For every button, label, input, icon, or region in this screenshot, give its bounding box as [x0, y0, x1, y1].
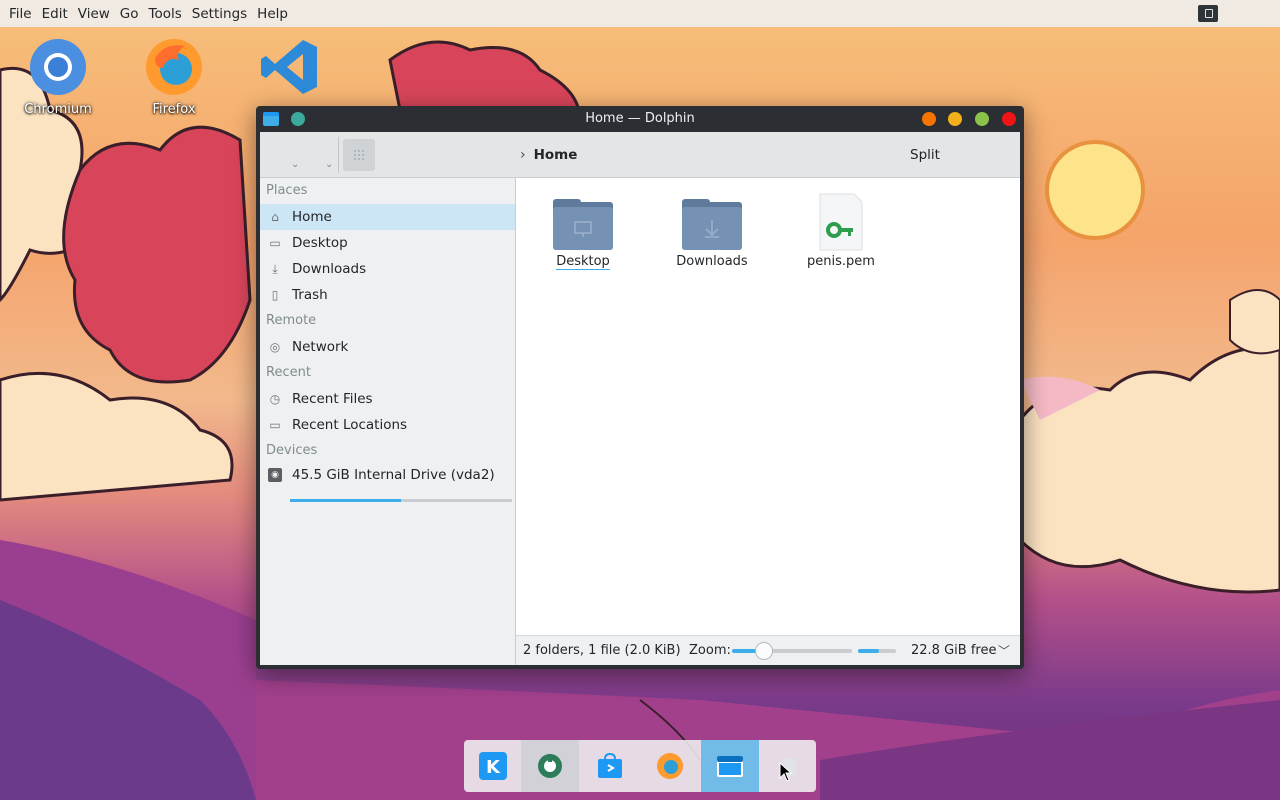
global-menu-bar: File Edit View Go Tools Settings Help — [0, 0, 1280, 27]
mouse-cursor-icon — [779, 762, 793, 782]
restore-button[interactable] — [975, 112, 989, 126]
split-button[interactable]: Split — [910, 147, 940, 163]
task-dolphin[interactable] — [701, 740, 759, 792]
sidebar-item-label: Trash — [292, 287, 328, 303]
sidebar-item-label: Recent Locations — [292, 417, 408, 433]
chevron-down-icon[interactable]: ﹀ — [998, 642, 1010, 659]
menu-settings[interactable]: Settings — [187, 6, 252, 22]
section-remote: Remote — [266, 313, 317, 328]
sidebar-item-network[interactable]: ◎ Network — [260, 334, 515, 360]
sidebar-item-label: Desktop — [292, 235, 348, 251]
task-firefox[interactable] — [641, 740, 699, 792]
status-bar: 2 folders, 1 file (2.0 KiB) Zoom: 22.8 G… — [516, 635, 1020, 665]
clock-icon: ◷ — [269, 392, 281, 406]
file-item-penis-pem[interactable]: penis.pem — [786, 190, 896, 269]
discover-icon — [598, 752, 622, 778]
sidebar-item-label: Network — [292, 339, 349, 355]
menu-view[interactable]: View — [73, 6, 115, 22]
menu-go[interactable]: Go — [115, 6, 144, 22]
view-mode-icon[interactable] — [343, 139, 375, 171]
close-button[interactable] — [1002, 112, 1016, 126]
lock-screen-icon[interactable] — [1198, 5, 1218, 22]
task-kde-launcher[interactable]: K — [464, 740, 522, 792]
drive-icon: ◉ — [268, 468, 282, 482]
firefox-icon — [657, 753, 683, 779]
section-places: Places — [266, 183, 308, 198]
file-name: penis.pem — [807, 254, 875, 269]
sidebar-item-recent-locations[interactable]: ▭ Recent Locations — [260, 412, 515, 438]
menu-help[interactable]: Help — [252, 6, 293, 22]
folder-icon: ▭ — [269, 418, 281, 432]
file-view[interactable]: Desktop Downloads penis.pem — [516, 178, 1020, 635]
window-title: Home — Dolphin — [585, 111, 695, 126]
folder-download-icon — [681, 190, 743, 252]
maximize-button[interactable] — [948, 112, 962, 126]
desktop-icon-chromium[interactable]: Chromium — [13, 38, 103, 117]
file-name: Desktop — [556, 254, 610, 270]
free-space[interactable]: 22.8 GiB free — [911, 643, 996, 658]
toolbar: › Home Split — [260, 132, 1020, 178]
file-item-downloads[interactable]: Downloads — [657, 190, 767, 269]
vscode-icon — [261, 38, 319, 96]
sidebar-item-trash[interactable]: ▯ Trash — [260, 282, 515, 308]
breadcrumb-home[interactable]: Home — [534, 147, 578, 163]
drive-usage-fill — [290, 499, 401, 502]
sidebar-item-recent-files[interactable]: ◷ Recent Files — [260, 386, 515, 412]
system-settings-icon — [538, 754, 562, 778]
zoom-slider[interactable] — [732, 642, 852, 660]
file-name: Downloads — [676, 254, 748, 269]
sidebar-item-desktop[interactable]: ▭ Desktop — [260, 230, 515, 256]
folder-desktop-icon — [552, 190, 614, 252]
desktop-icon-label: Chromium — [24, 102, 92, 117]
trash-icon: ▯ — [271, 288, 279, 302]
sidebar-item-label: Home — [292, 209, 332, 225]
task-discover[interactable] — [581, 740, 639, 792]
forward-button[interactable] — [314, 142, 344, 170]
firefox-icon — [145, 38, 203, 96]
menu-file[interactable]: File — [4, 6, 37, 22]
window-titlebar[interactable]: Home — Dolphin — [256, 106, 1024, 132]
places-panel: Places ⌂ Home ▭ Desktop ⤓ Downloads ▯ Tr… — [260, 178, 516, 665]
desktop-icon-firefox[interactable]: Firefox — [129, 38, 219, 117]
drive-usage-bar — [290, 499, 512, 502]
space-info-fill — [858, 649, 879, 653]
sidebar-item-downloads[interactable]: ⤓ Downloads — [260, 256, 515, 282]
sidebar-item-drive[interactable]: ◉ 45.5 GiB Internal Drive (vda2) — [260, 464, 515, 486]
desktop-icon-label: Firefox — [152, 102, 196, 117]
key-file-icon — [810, 190, 872, 252]
breadcrumb[interactable]: › Home — [520, 147, 577, 163]
home-icon: ⌂ — [271, 210, 279, 224]
file-item-desktop[interactable]: Desktop — [528, 190, 638, 270]
sidebar-item-home[interactable]: ⌂ Home — [260, 204, 515, 230]
kde-launcher-icon: K — [479, 752, 507, 780]
task-system-settings[interactable] — [521, 740, 579, 792]
sidebar-item-label: Recent Files — [292, 391, 373, 407]
sidebar-item-label: 45.5 GiB Internal Drive (vda2) — [292, 467, 495, 483]
toolbar-separator — [338, 137, 339, 173]
back-button[interactable] — [280, 142, 310, 170]
chevron-right-icon: › — [520, 147, 526, 163]
svg-text:K: K — [486, 757, 501, 778]
download-icon: ⤓ — [272, 262, 278, 276]
section-recent: Recent — [266, 365, 311, 380]
window-content: › Home Split Places ⌂ Home ▭ Desktop ⤓ D… — [260, 132, 1020, 665]
dolphin-icon — [717, 756, 743, 777]
minimize-button[interactable] — [922, 112, 936, 126]
zoom-label: Zoom: — [689, 643, 731, 658]
task-panel: K — [464, 740, 816, 792]
chromium-icon — [29, 38, 87, 96]
status-info: 2 folders, 1 file (2.0 KiB) — [523, 643, 681, 658]
dolphin-window: Home — Dolphin › Home Split Places ⌂ Hom… — [256, 106, 1024, 669]
sidebar-item-label: Downloads — [292, 261, 367, 277]
menu-edit[interactable]: Edit — [37, 6, 73, 22]
network-icon: ◎ — [269, 340, 281, 354]
space-info-bar[interactable] — [858, 649, 896, 653]
section-devices: Devices — [266, 443, 318, 458]
zoom-slider-handle[interactable] — [755, 642, 774, 660]
menu-tools[interactable]: Tools — [144, 6, 187, 22]
desktop-icon: ▭ — [269, 236, 281, 250]
